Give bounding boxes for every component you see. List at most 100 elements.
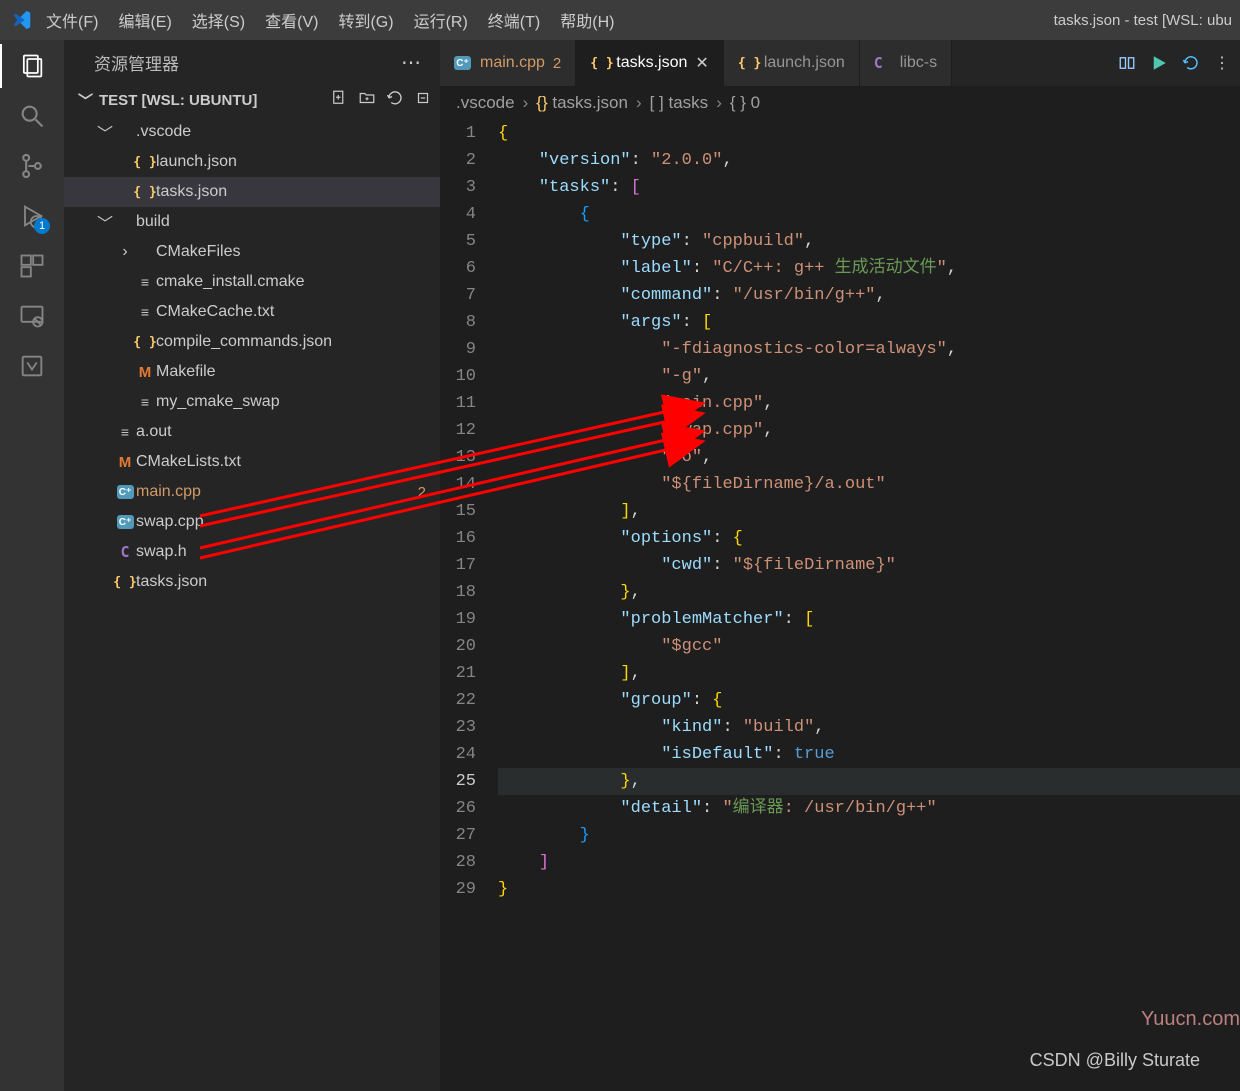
code-line[interactable]: "command": "/usr/bin/g++",	[498, 282, 1240, 309]
run-debug-icon[interactable]: 1	[16, 200, 48, 232]
code-line[interactable]: ],	[498, 660, 1240, 687]
editor-tab[interactable]: C⁺main.cpp2	[440, 40, 576, 86]
code-line[interactable]: "problemMatcher": [	[498, 606, 1240, 633]
file-item[interactable]: ≡my_cmake_swap	[64, 387, 440, 417]
close-icon[interactable]: ✕	[695, 53, 708, 73]
code-line[interactable]: "-g",	[498, 363, 1240, 390]
collapse-all-icon[interactable]	[414, 89, 432, 111]
code-line[interactable]: },	[498, 768, 1240, 795]
file-item[interactable]: ≡cmake_install.cmake	[64, 267, 440, 297]
code-line[interactable]: "kind": "build",	[498, 714, 1240, 741]
breadcrumb-item[interactable]: {} tasks.json	[536, 93, 628, 113]
line-number: 25	[440, 768, 476, 795]
file-label: cmake_install.cmake	[156, 273, 440, 291]
code-content[interactable]: { "version": "2.0.0", "tasks": [ { "type…	[498, 120, 1240, 1091]
code-line[interactable]: "args": [	[498, 309, 1240, 336]
menu-select[interactable]: 选择(S)	[182, 8, 255, 32]
restart-icon[interactable]	[1182, 54, 1200, 72]
menu-run[interactable]: 运行(R)	[404, 8, 478, 32]
editor-tab[interactable]: Clibc-s	[860, 40, 952, 86]
source-control-icon[interactable]	[16, 150, 48, 182]
code-line[interactable]: "type": "cppbuild",	[498, 228, 1240, 255]
file-item[interactable]: C⁺swap.cpp	[64, 507, 440, 537]
menu-view[interactable]: 查看(V)	[255, 8, 328, 32]
code-line[interactable]: "-fdiagnostics-color=always",	[498, 336, 1240, 363]
file-item[interactable]: MCMakeLists.txt	[64, 447, 440, 477]
menu-edit[interactable]: 编辑(E)	[108, 8, 181, 32]
code-line[interactable]: ]	[498, 849, 1240, 876]
code-line[interactable]: }	[498, 822, 1240, 849]
file-item[interactable]: ≡a.out	[64, 417, 440, 447]
file-item[interactable]: { }tasks.json	[64, 567, 440, 597]
folder-item[interactable]: ﹀ .vscode	[64, 117, 440, 147]
refresh-icon[interactable]	[386, 89, 404, 111]
file-label: tasks.json	[156, 183, 440, 201]
file-item[interactable]: Cswap.h	[64, 537, 440, 567]
code-line[interactable]: "version": "2.0.0",	[498, 147, 1240, 174]
file-type-icon: { }	[134, 155, 156, 170]
code-line[interactable]: "${fileDirname}/a.out"	[498, 471, 1240, 498]
file-label: .vscode	[136, 123, 440, 141]
code-line[interactable]: "main.cpp",	[498, 390, 1240, 417]
code-line[interactable]: "$gcc"	[498, 633, 1240, 660]
code-line[interactable]: "tasks": [	[498, 174, 1240, 201]
folder-item[interactable]: ›CMakeFiles	[64, 237, 440, 267]
code-line[interactable]: {	[498, 201, 1240, 228]
file-item[interactable]: { }tasks.json	[64, 177, 440, 207]
folder-item[interactable]: ﹀build	[64, 207, 440, 237]
breadcrumb[interactable]: .vscode › {} tasks.json › [ ] tasks › { …	[440, 86, 1240, 120]
code-line[interactable]: {	[498, 120, 1240, 147]
file-label: CMakeCache.txt	[156, 303, 440, 321]
menu-file[interactable]: 文件(F)	[36, 8, 108, 32]
breadcrumb-item[interactable]: { } 0	[730, 93, 760, 113]
editor-tab[interactable]: { }launch.json	[724, 40, 860, 86]
workspace-header[interactable]: ﹀ TEST [WSL: UBUNTU]	[64, 85, 440, 115]
code-line[interactable]: "label": "C/C++: g++ 生成活动文件",	[498, 255, 1240, 282]
code-line[interactable]: },	[498, 579, 1240, 606]
file-item[interactable]: C⁺main.cpp2	[64, 477, 440, 507]
live-icon[interactable]	[16, 350, 48, 382]
code-line[interactable]: "isDefault": true	[498, 741, 1240, 768]
explorer-icon[interactable]	[16, 50, 48, 82]
watermark-yuucn: Yuucn.com	[1141, 1008, 1240, 1031]
split-icon[interactable]: ⋮	[1214, 53, 1230, 73]
editor-tab[interactable]: { }tasks.json✕	[576, 40, 724, 86]
code-editor[interactable]: 1234567891011121314151617181920212223242…	[440, 120, 1240, 1091]
code-line[interactable]: }	[498, 876, 1240, 903]
file-item[interactable]: { }launch.json	[64, 147, 440, 177]
line-number: 14	[440, 471, 476, 498]
code-line[interactable]: "swap.cpp",	[498, 417, 1240, 444]
vscode-logo-icon	[8, 9, 36, 31]
file-item[interactable]: ≡CMakeCache.txt	[64, 297, 440, 327]
remote-explorer-icon[interactable]	[16, 300, 48, 332]
breadcrumb-item[interactable]: .vscode	[456, 93, 515, 113]
new-file-icon[interactable]	[330, 89, 348, 111]
file-type-icon: ≡	[134, 394, 156, 410]
run-icon[interactable]	[1150, 54, 1168, 72]
new-folder-icon[interactable]	[358, 89, 376, 111]
compare-icon[interactable]	[1118, 54, 1136, 72]
file-label: tasks.json	[136, 573, 440, 591]
file-label: my_cmake_swap	[156, 393, 440, 411]
code-line[interactable]: "options": {	[498, 525, 1240, 552]
more-actions-icon[interactable]: ⋯	[401, 50, 422, 75]
file-type-icon: { }	[738, 56, 756, 71]
file-item[interactable]: { }compile_commands.json	[64, 327, 440, 357]
file-item[interactable]: MMakefile	[64, 357, 440, 387]
extensions-icon[interactable]	[16, 250, 48, 282]
file-label: swap.h	[136, 543, 440, 561]
code-line[interactable]: ],	[498, 498, 1240, 525]
code-line[interactable]: "detail": "编译器: /usr/bin/g++"	[498, 795, 1240, 822]
chevron-down-icon: ﹀	[96, 120, 114, 144]
line-number: 1	[440, 120, 476, 147]
menu-go[interactable]: 转到(G)	[328, 8, 403, 32]
breadcrumb-item[interactable]: [ ] tasks	[650, 93, 709, 113]
code-line[interactable]: "-o",	[498, 444, 1240, 471]
code-line[interactable]: "cwd": "${fileDirname}"	[498, 552, 1240, 579]
menu-terminal[interactable]: 终端(T)	[478, 8, 550, 32]
code-line[interactable]: "group": {	[498, 687, 1240, 714]
menu-help[interactable]: 帮助(H)	[550, 8, 624, 32]
search-icon[interactable]	[16, 100, 48, 132]
line-numbers: 1234567891011121314151617181920212223242…	[440, 120, 498, 1091]
line-number: 15	[440, 498, 476, 525]
